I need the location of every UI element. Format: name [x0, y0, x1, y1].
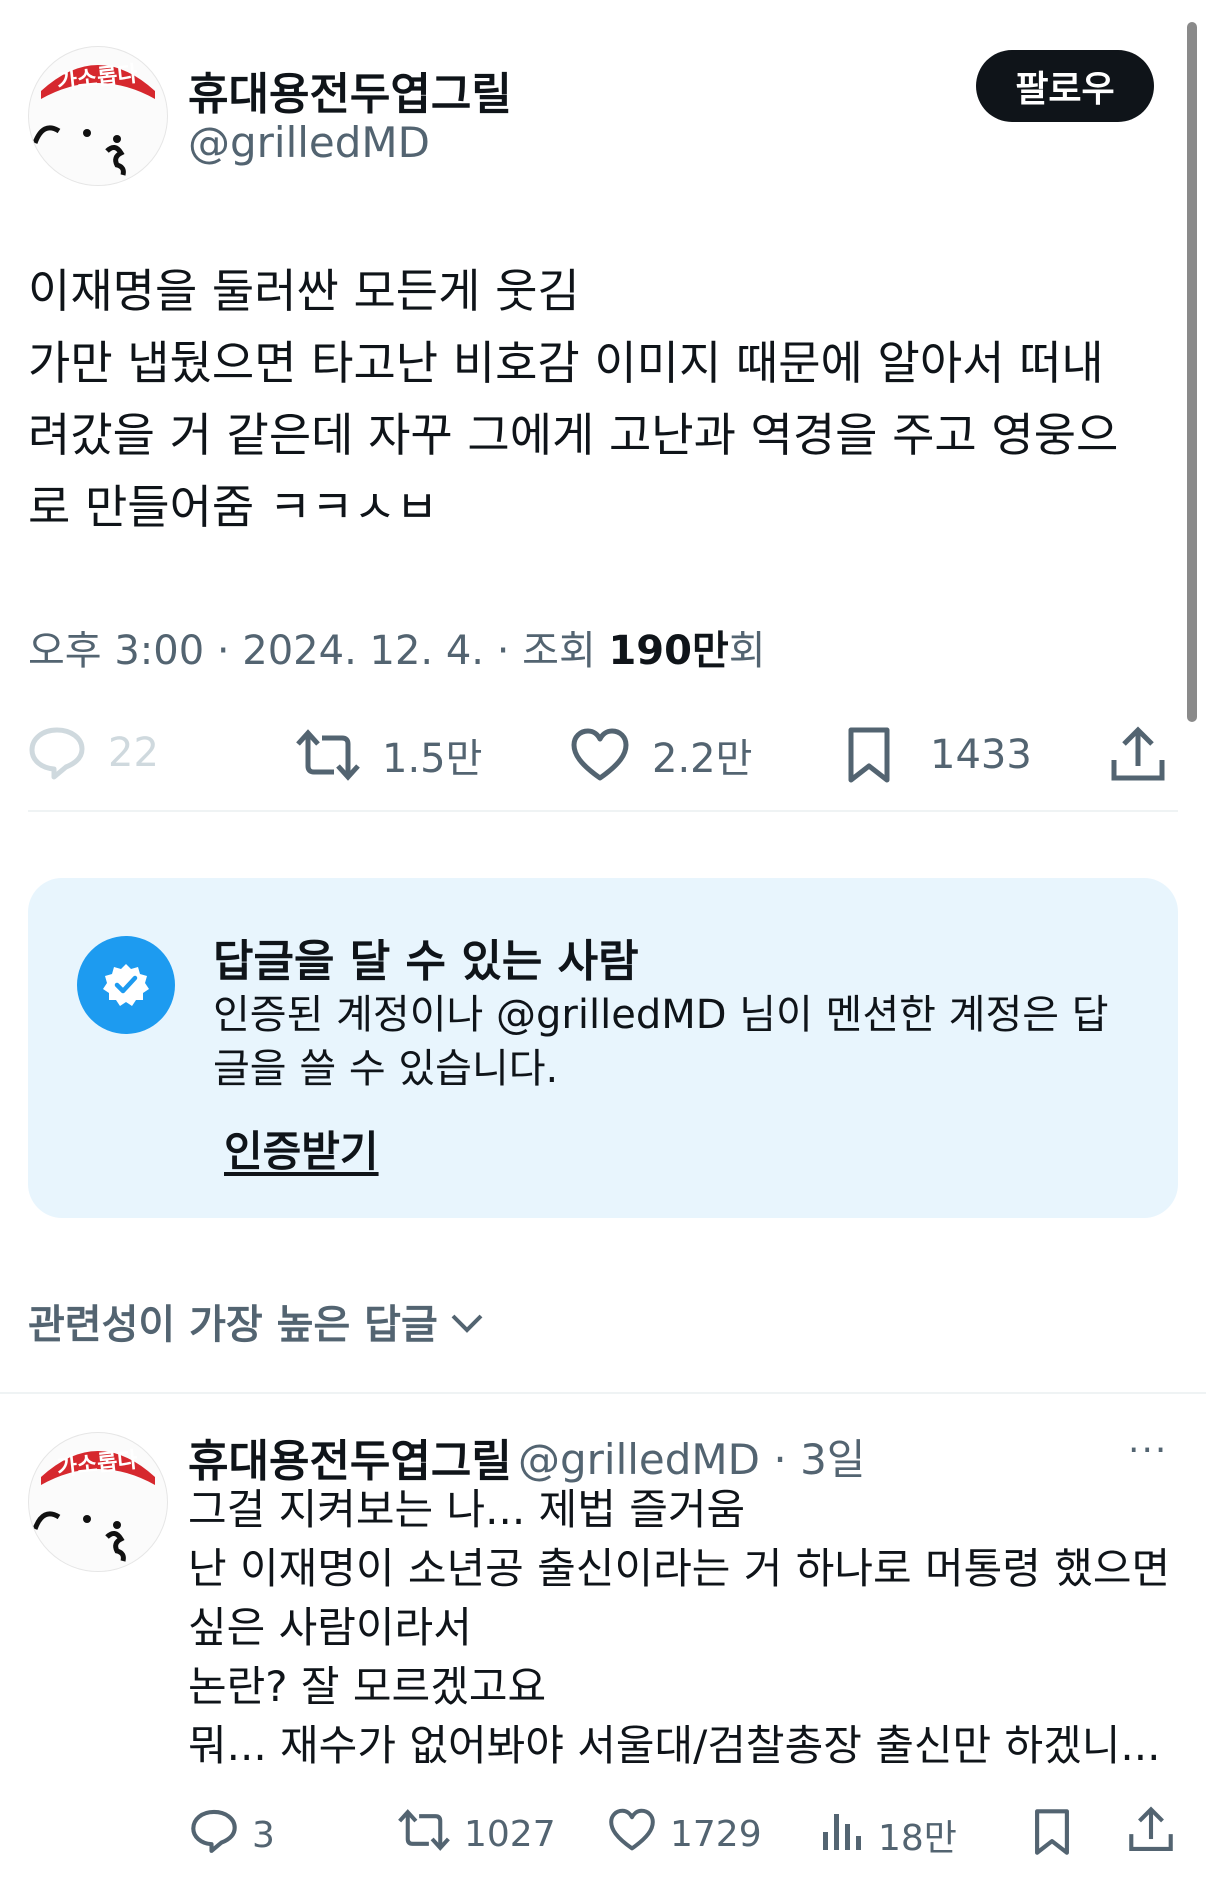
tweet-text: 이재명을 둘러싼 모든게 웃김 가만 냅뒀으면 타고난 비호감 이미지 때문에 … [28, 255, 1178, 543]
reply-action[interactable]: 22 [28, 726, 159, 780]
reply-restriction-line: 글을 쓸 수 있습니다. [213, 1046, 559, 1092]
reply-line: 싶은 사람이라서 [188, 1603, 472, 1652]
tweet-line: 이재명을 둘러싼 모든게 웃김 [28, 264, 580, 318]
chevron-down-icon [450, 1298, 484, 1344]
reply-views-action[interactable]: 18만 [820, 1808, 957, 1861]
bookmark-icon [1032, 1808, 1072, 1865]
reply-avatar[interactable]: 가소롭다 [28, 1432, 168, 1572]
view-suffix: 회 [728, 628, 766, 674]
retweet-action[interactable]: 1.5만 [296, 726, 482, 784]
follow-button[interactable]: 팔로우 [976, 50, 1154, 122]
like-icon [608, 1808, 656, 1861]
reply-line: 그걸 지켜보는 나... 제법 즐거움 [188, 1485, 746, 1534]
like-icon [570, 728, 630, 782]
view-count: 190만 [608, 628, 729, 674]
reply-views-count: 18만 [878, 1817, 957, 1859]
reply-line: 논란? 잘 모르겠고요 [188, 1662, 547, 1711]
divider [0, 1392, 1206, 1394]
retweet-icon [398, 1808, 450, 1861]
reply-restriction-line: 인증된 계정이나 @grilledMD 님이 멘션한 계정은 답 [213, 992, 1109, 1038]
avatar[interactable]: 가소롭다 [28, 46, 168, 186]
reply-restriction-title: 답글을 달 수 있는 사람 [213, 936, 639, 987]
reply-retweet-count: 1027 [464, 1814, 556, 1855]
tweet-meta: 오후 3:00 · 2024. 12. 4. · 조회 190만회 [28, 618, 766, 676]
reply-line: 뭐... 재수가 없어봐야 서울대/검찰총장 출신만 하겠니... [188, 1721, 1161, 1770]
tweet-line: 로 만들어줌 ㅋㅋㅅㅂ [28, 480, 439, 534]
reply-text: 그걸 지켜보는 나... 제법 즐거움 난 이재명이 소년공 출신이라는 거 하… [188, 1480, 1178, 1775]
bookmark-action[interactable]: 1433 [846, 726, 1032, 784]
reply-reply-count: 3 [252, 1815, 275, 1856]
more-icon[interactable]: ··· [1128, 1430, 1168, 1471]
author-handle[interactable]: @grilledMD [188, 118, 430, 167]
reply-sort-label: 관련성이 가장 높은 답글 [28, 1302, 438, 1348]
tweet-line: 가만 냅뒀으면 타고난 비호감 이미지 때문에 알아서 떠내 [28, 336, 1104, 390]
author-name[interactable]: 휴대용전두엽그릴 [188, 58, 512, 122]
reply-sort-dropdown[interactable]: 관련성이 가장 높은 답글 [28, 1292, 484, 1350]
reply-bookmark-action[interactable] [1032, 1808, 1072, 1865]
retweet-count: 1.5만 [382, 736, 483, 782]
reply-like-count: 1729 [670, 1814, 762, 1855]
get-verified-link[interactable]: 인증받기 [224, 1118, 379, 1179]
reply-icon [190, 1808, 238, 1863]
bookmark-count: 1433 [930, 732, 1032, 778]
reply-like-action[interactable]: 1729 [608, 1808, 762, 1861]
timestamp[interactable]: 오후 3:00 · 2024. 12. 4. · 조회 [28, 628, 608, 674]
reply-handle-time[interactable]: @grilledMD · 3일 [518, 1426, 865, 1487]
tweet-line: 려갔을 거 같은데 자꾸 그에게 고난과 역경을 주고 영웅으 [28, 408, 1119, 462]
share-icon [1110, 726, 1166, 784]
reply-count: 22 [108, 730, 159, 776]
share-icon [1128, 1806, 1174, 1863]
reply-line: 난 이재명이 소년공 출신이라는 거 하나로 머통령 했으면 [188, 1544, 1171, 1593]
reply-share-action[interactable] [1128, 1806, 1174, 1863]
like-count: 2.2만 [652, 736, 753, 782]
like-action[interactable]: 2.2만 [570, 726, 752, 784]
reply-icon [28, 726, 86, 780]
retweet-icon [296, 728, 360, 782]
divider [28, 810, 1178, 812]
bookmark-icon [846, 726, 892, 784]
views-icon [820, 1808, 864, 1861]
scrollbar[interactable] [1187, 22, 1197, 722]
verified-icon [77, 936, 175, 1034]
share-action[interactable] [1110, 726, 1166, 784]
reply-retweet-action[interactable]: 1027 [398, 1808, 556, 1861]
reply-restriction-desc: 인증된 계정이나 @grilledMD 님이 멘션한 계정은 답 글을 쓸 수 … [213, 988, 1113, 1096]
reply-reply-action[interactable]: 3 [190, 1808, 275, 1863]
